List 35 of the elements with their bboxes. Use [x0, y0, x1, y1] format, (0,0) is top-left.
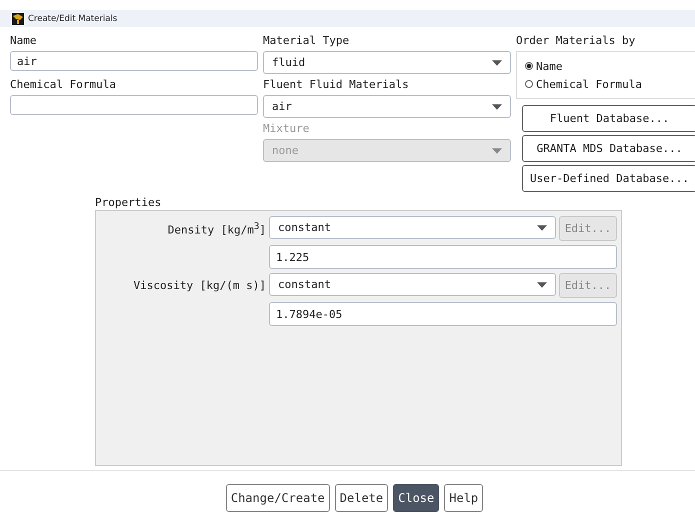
radio-button[interactable]	[525, 80, 533, 88]
radio-label[interactable]: Name	[536, 60, 562, 72]
database-button[interactable]: Fluent Database...	[522, 105, 695, 132]
dialog-button[interactable]: Help	[444, 484, 484, 512]
caret-icon	[492, 60, 502, 66]
dialog-button[interactable]: Delete	[334, 484, 388, 512]
dialog-button[interactable]: Close	[393, 484, 440, 512]
caret-icon	[537, 224, 547, 230]
input-field[interactable]: air	[10, 51, 258, 71]
input-field[interactable]	[10, 95, 258, 115]
field-label: Chemical Formula	[10, 78, 116, 92]
caret-icon	[537, 282, 547, 288]
radio-label[interactable]: Chemical Formula	[536, 78, 642, 90]
field-label: Name	[10, 34, 36, 48]
radio-button[interactable]	[525, 62, 533, 70]
database-button[interactable]: User-Defined Database...	[522, 165, 695, 192]
dropdown[interactable]: fluid	[263, 51, 511, 74]
caret-icon	[492, 104, 502, 110]
dialog-button[interactable]: Change/Create	[226, 484, 330, 512]
caret-icon	[492, 148, 502, 154]
input-field[interactable]: 1.7894e-05	[269, 302, 617, 326]
field-label: Fluent Fluid Materials	[263, 78, 409, 92]
property-label: Viscosity [kg/(m s)]	[134, 279, 266, 292]
field-label: Mixture	[263, 122, 310, 136]
dropdown[interactable]: air	[263, 95, 511, 118]
group-label: Order Materials by	[516, 34, 636, 48]
window-title: Create/Edit Materials	[28, 14, 118, 24]
group-label: Properties	[95, 196, 162, 209]
field-label: Material Type	[263, 34, 350, 48]
property-label: Density [kg/m$^{3}$]	[168, 220, 266, 236]
dropdown[interactable]: constant	[269, 273, 556, 296]
database-button[interactable]: GRANTA MDS Database...	[522, 135, 695, 162]
dropdown[interactable]: constant	[269, 216, 556, 239]
input-field[interactable]: 1.225	[269, 245, 617, 269]
app-icon	[12, 12, 24, 24]
